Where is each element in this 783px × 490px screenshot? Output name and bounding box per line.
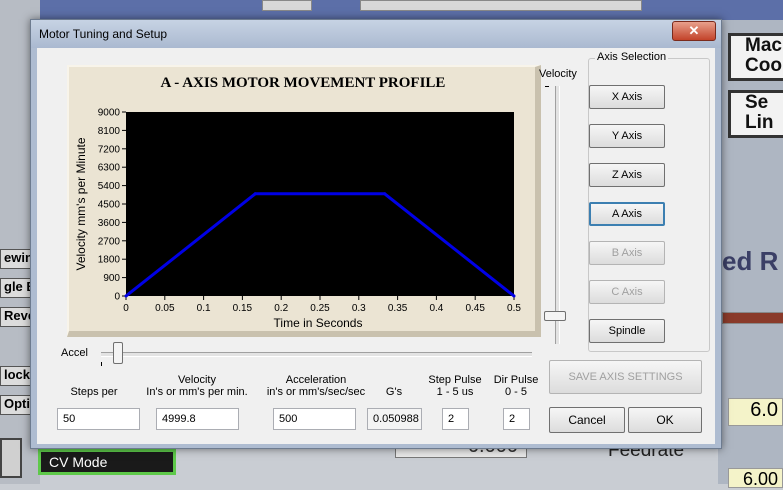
- chart-y-tick-label: 6300: [98, 163, 121, 174]
- step-pulse-range-label: 1 - 5 us: [436, 386, 474, 398]
- chart-y-tick-label: 8100: [98, 126, 121, 137]
- gs-readout: 0.050988: [367, 408, 422, 430]
- chart-x-tick-label: 0.2: [274, 303, 288, 314]
- chart-y-tick-label: 1800: [98, 255, 121, 266]
- spindle-button[interactable]: Spindle: [589, 319, 665, 343]
- velocity-units-label: In's or mm's per min.: [146, 386, 248, 398]
- macro-button-line1: Mac: [745, 35, 782, 56]
- accel-slider-thumb[interactable]: [113, 342, 123, 364]
- accel-slider-label: Accel: [61, 347, 88, 359]
- chart-x-tick-label: 0: [123, 303, 129, 314]
- velocity-slider-label: Velocity: [539, 68, 577, 80]
- background-tab: [262, 0, 312, 11]
- z-axis-button[interactable]: Z Axis: [589, 163, 665, 187]
- chart-y-tick-label: 900: [103, 273, 120, 284]
- c-axis-button[interactable]: C Axis: [589, 280, 665, 304]
- background-button-rewind[interactable]: ewind: [0, 249, 32, 269]
- close-button[interactable]: ✕: [672, 21, 716, 41]
- chart-x-tick-label: 0.45: [465, 303, 485, 314]
- acceleration-input[interactable]: 500: [273, 408, 356, 430]
- axis-selection-group: Axis Selection X Axis Y Axis Z Axis A Ax…: [588, 51, 710, 352]
- chart-data-point: [124, 294, 128, 298]
- dir-pulse-input[interactable]: 2: [503, 408, 530, 430]
- background-dro-value-2: 6.00: [728, 468, 783, 489]
- chart-data-point: [512, 294, 516, 298]
- chart-title: A - AXIS MOTOR MOVEMENT PROFILE: [161, 75, 446, 91]
- motion-profile-chart: A - AXIS MOTOR MOVEMENT PROFILE Velocity…: [67, 65, 541, 337]
- background-indicator: [722, 312, 783, 324]
- motor-tuning-dialog: Motor Tuning and Setup ✕ A - AXIS MOTOR …: [30, 19, 722, 449]
- chart-y-tick-label: 4500: [98, 200, 121, 211]
- velocity-slider-tick: [545, 86, 549, 87]
- chart-y-tick-label: 3600: [98, 218, 121, 229]
- dir-pulse-label: Dir Pulse: [493, 374, 539, 386]
- chart-y-tick-label: 9000: [98, 108, 121, 119]
- background-button-block-delete[interactable]: lock: [0, 366, 32, 386]
- set-line-button-line1: Se: [745, 92, 769, 113]
- background-button-reverse[interactable]: Rever: [0, 307, 32, 327]
- close-icon: ✕: [688, 23, 700, 38]
- chart-x-axis-label: Time in Seconds: [274, 316, 363, 330]
- velocity-input[interactable]: 4999.8: [156, 408, 239, 430]
- gs-label: G's: [385, 386, 403, 398]
- dialog-title: Motor Tuning and Setup: [39, 27, 168, 41]
- cv-mode-indicator[interactable]: CV Mode: [38, 449, 176, 475]
- steps-per-label: Steps per: [70, 386, 118, 398]
- set-line-button-line2: Lin: [745, 112, 774, 133]
- chart-y-tick-label: 2700: [98, 236, 121, 247]
- step-pulse-label: Step Pulse: [428, 374, 482, 386]
- chart-x-tick-label: 0.3: [352, 303, 366, 314]
- chart-y-axis-label: Velocity mm's per Minute: [74, 137, 88, 270]
- background-macro-button[interactable]: Mac Coo: [728, 33, 783, 81]
- background-button-options[interactable]: Optio: [0, 395, 32, 415]
- background-set-line-button[interactable]: Se Lin: [728, 90, 783, 138]
- y-axis-button[interactable]: Y Axis: [589, 124, 665, 148]
- steps-per-input[interactable]: 50: [57, 408, 140, 430]
- chart-x-tick-label: 0.05: [155, 303, 175, 314]
- accel-slider-tick: [101, 362, 102, 366]
- dialog-client-area: A - AXIS MOTOR MOVEMENT PROFILE Velocity…: [37, 48, 715, 444]
- macro-button-line2: Coo: [745, 55, 782, 76]
- dir-pulse-range-label: 0 - 5: [504, 386, 528, 398]
- background-small-button[interactable]: [0, 438, 22, 478]
- chart-x-tick-label: 0.1: [197, 303, 211, 314]
- cancel-button[interactable]: Cancel: [549, 407, 625, 433]
- dialog-frame-right: [715, 48, 721, 444]
- chart-y-tick-label: 7200: [98, 144, 121, 155]
- axis-selection-legend: Axis Selection: [595, 51, 669, 63]
- chart-y-tick-label: 0: [114, 292, 120, 303]
- background-button-single-block[interactable]: gle B: [0, 278, 32, 298]
- chart-x-tick-label: 0.25: [310, 303, 330, 314]
- background-toolbar: [360, 0, 642, 11]
- chart-plot-area: [126, 112, 514, 296]
- x-axis-button[interactable]: X Axis: [589, 85, 665, 109]
- velocity-slider-thumb[interactable]: [544, 311, 566, 321]
- background-dro-value: 6.0: [728, 398, 783, 426]
- chart-x-tick-label: 0.15: [233, 303, 253, 314]
- chart-data-point: [253, 192, 257, 196]
- motion-profile-svg: A - AXIS MOTOR MOVEMENT PROFILE Velocity…: [74, 75, 521, 330]
- save-axis-settings-button[interactable]: SAVE AXIS SETTINGS: [549, 360, 702, 394]
- chart-x-tick-label: 0.5: [507, 303, 521, 314]
- acceleration-units-label: in's or mm's/sec/sec: [266, 386, 366, 398]
- background-feed-rate-title: ed R: [722, 246, 779, 276]
- chart-data-point: [383, 192, 387, 196]
- dialog-title-bar[interactable]: Motor Tuning and Setup ✕: [31, 20, 721, 48]
- velocity-label: Velocity: [178, 374, 216, 386]
- accel-slider-track[interactable]: [101, 352, 532, 357]
- ok-button[interactable]: OK: [628, 407, 702, 433]
- velocity-slider-track[interactable]: [555, 86, 560, 344]
- a-axis-button[interactable]: A Axis: [589, 202, 665, 226]
- chart-x-tick-label: 0.35: [388, 303, 408, 314]
- chart-y-tick-label: 5400: [98, 181, 121, 192]
- step-pulse-input[interactable]: 2: [442, 408, 469, 430]
- chart-x-tick-label: 0.4: [429, 303, 443, 314]
- acceleration-label: Acceleration: [285, 374, 347, 386]
- b-axis-button[interactable]: B Axis: [589, 241, 665, 265]
